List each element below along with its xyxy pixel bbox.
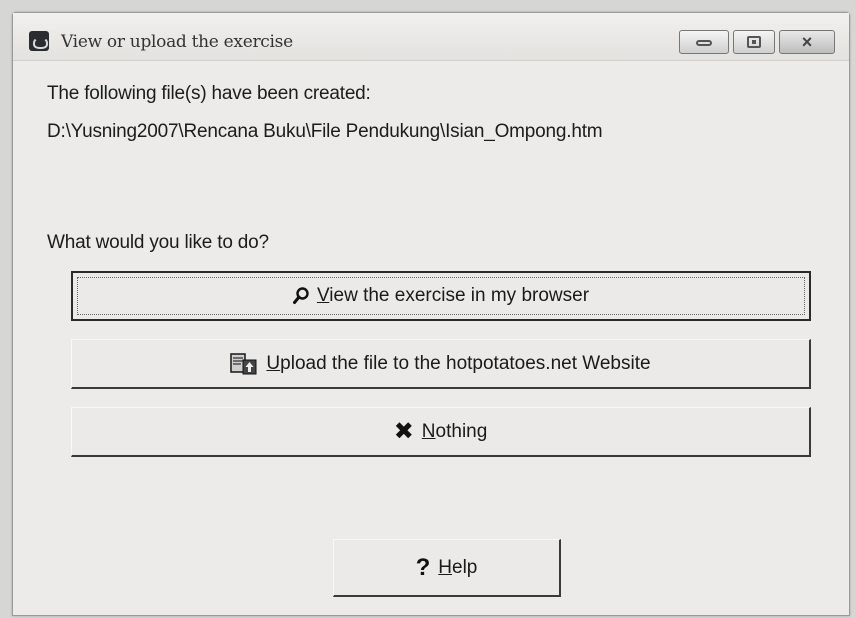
upload-file-label: Upload the file to the hotpotatoes.net W…	[266, 352, 651, 374]
x-icon: ✖	[393, 417, 414, 445]
action-prompt: What would you like to do?	[47, 232, 269, 253]
view-exercise-label: View the exercise in my browser	[316, 285, 590, 306]
question-icon: ?	[415, 553, 431, 581]
magnifier-icon	[292, 287, 309, 305]
maximize-icon	[747, 36, 761, 48]
help-button[interactable]: ? Help	[333, 539, 561, 597]
maximize-button[interactable]	[733, 30, 775, 54]
minimize-button[interactable]	[679, 30, 729, 54]
view-exercise-button[interactable]: View the exercise in my browser	[71, 271, 811, 321]
nothing-label: Nothing	[421, 420, 488, 442]
help-label: Help	[438, 556, 478, 578]
app-icon	[29, 31, 49, 51]
dialog-window: View or upload the exercise × The follow…	[12, 12, 850, 616]
upload-file-button[interactable]: Upload the file to the hotpotatoes.net W…	[71, 339, 811, 389]
window-title: View or upload the exercise	[61, 32, 293, 52]
close-button[interactable]: ×	[779, 30, 835, 54]
close-icon: ×	[801, 32, 813, 52]
minimize-icon	[696, 40, 712, 46]
title-bar[interactable]: View or upload the exercise ×	[13, 13, 849, 61]
upload-icon	[230, 352, 258, 376]
created-message: The following file(s) have been created:	[47, 83, 371, 104]
file-path: D:\Yusning2007\Rencana Buku\File Penduku…	[47, 121, 603, 142]
nothing-button[interactable]: ✖ Nothing	[71, 407, 811, 457]
